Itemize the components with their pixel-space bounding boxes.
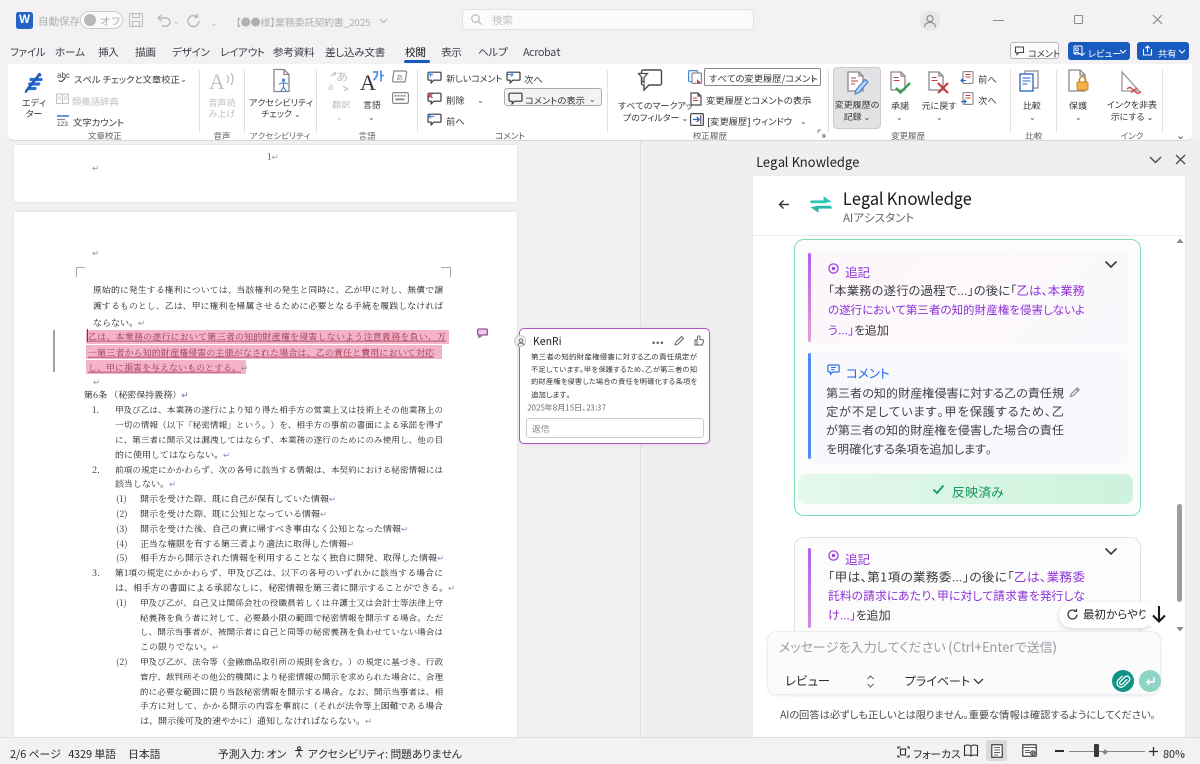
svg-text:A: A xyxy=(209,69,225,93)
svg-text:123: 123 xyxy=(57,121,68,126)
svg-text:abc: abc xyxy=(57,71,70,80)
svg-text:A: A xyxy=(360,70,376,94)
svg-text:a: a xyxy=(328,79,334,92)
svg-text:あ: あ xyxy=(336,70,348,85)
svg-text:あ: あ xyxy=(396,73,403,83)
